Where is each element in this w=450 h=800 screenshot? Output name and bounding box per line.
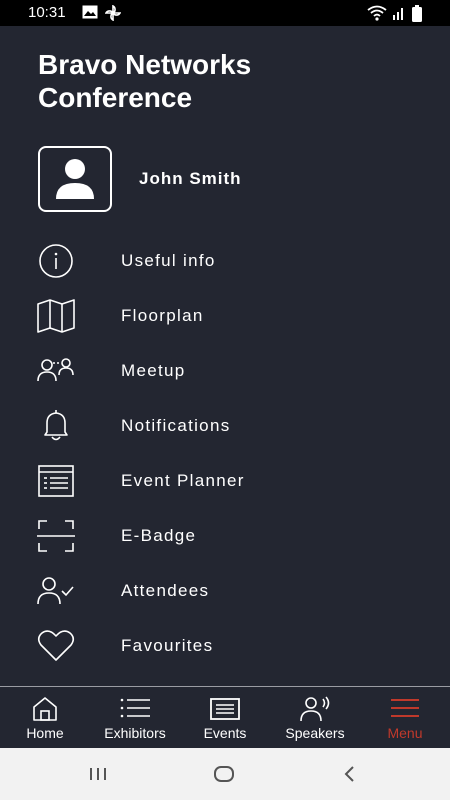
avatar[interactable] xyxy=(38,146,112,212)
user-name: John Smith xyxy=(139,169,242,188)
menu-item-label: E-Badge xyxy=(121,526,197,545)
home-nav-icon[interactable] xyxy=(209,762,239,786)
badge-scan-icon xyxy=(37,519,75,553)
info-icon xyxy=(37,244,75,278)
title-line-2: Conference xyxy=(38,82,193,113)
tab-label: Events xyxy=(203,725,247,741)
heart-icon xyxy=(37,629,75,663)
tab-home[interactable]: Home xyxy=(0,687,90,749)
user-icon xyxy=(56,159,94,199)
list-icon xyxy=(119,696,151,722)
menu-item-label: Meetup xyxy=(121,361,186,380)
menu-item-useful-info[interactable]: Useful info xyxy=(0,234,450,289)
bell-icon xyxy=(37,409,75,443)
home-icon xyxy=(29,696,61,722)
tab-speakers[interactable]: Speakers xyxy=(270,687,360,749)
speaker-icon xyxy=(299,696,331,722)
tab-menu[interactable]: Menu xyxy=(360,687,450,749)
menu-item-notifications[interactable]: Notifications xyxy=(0,399,450,454)
back-icon[interactable] xyxy=(335,762,365,786)
menu-item-meetup[interactable]: Meetup xyxy=(0,344,450,399)
menu-item-e-badge[interactable]: E-Badge xyxy=(0,509,450,564)
recents-icon[interactable] xyxy=(84,762,114,786)
battery-icon xyxy=(412,5,422,26)
title-line-1: Bravo Networks xyxy=(38,49,252,80)
tab-label: Home xyxy=(26,725,64,741)
attendees-icon xyxy=(37,574,75,608)
menu-item-label: Event Planner xyxy=(121,471,245,490)
user-profile[interactable]: John Smith xyxy=(38,146,398,212)
status-time: 10:31 xyxy=(28,4,66,21)
menu-item-label: Favourites xyxy=(121,636,214,655)
menu-item-favourites[interactable]: Favourites xyxy=(0,619,450,674)
tab-exhibitors[interactable]: Exhibitors xyxy=(90,687,180,749)
meetup-icon xyxy=(37,354,75,388)
menu-item-label: Notifications xyxy=(121,416,231,435)
hamburger-icon xyxy=(389,696,421,722)
menu-item-label: Attendees xyxy=(121,581,210,600)
tab-label: Menu xyxy=(387,725,423,741)
events-icon xyxy=(209,696,241,722)
menu-item-event-planner[interactable]: Event Planner xyxy=(0,454,450,509)
planner-icon xyxy=(37,464,75,498)
side-menu-screen: Bravo Networks Conference John Smith Use… xyxy=(0,26,450,686)
bottom-tab-bar: Home Exhibitors Events Speakers Menu xyxy=(0,686,450,748)
system-nav-bar xyxy=(0,748,450,800)
tab-label: Speakers xyxy=(285,725,345,741)
wifi-icon xyxy=(367,5,387,25)
signal-icon xyxy=(392,5,406,25)
tab-label: Exhibitors xyxy=(104,725,166,741)
conference-title: Bravo Networks Conference xyxy=(38,48,418,114)
image-icon xyxy=(82,5,98,23)
menu-item-label: Useful info xyxy=(121,251,216,270)
menu-item-attendees[interactable]: Attendees xyxy=(0,564,450,619)
menu-item-label: Floorplan xyxy=(121,306,204,325)
menu-item-floorplan[interactable]: Floorplan xyxy=(0,289,450,344)
map-icon xyxy=(37,299,75,333)
tab-events[interactable]: Events xyxy=(180,687,270,749)
pinwheel-icon xyxy=(104,4,122,25)
status-bar: 10:31 xyxy=(0,0,450,26)
